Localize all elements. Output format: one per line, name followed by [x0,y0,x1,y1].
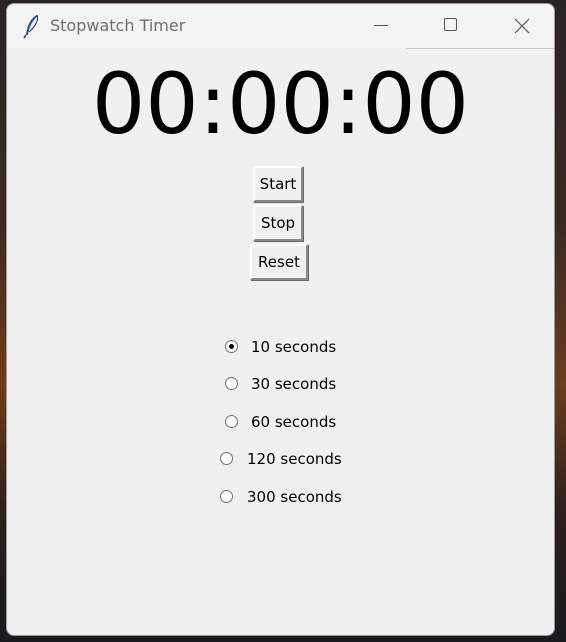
close-icon [514,18,530,34]
radio-selected-dot [229,344,234,349]
window-title: Stopwatch Timer [50,16,186,35]
radio-button[interactable] [220,452,233,465]
app-window: Stopwatch Timer 00:00:00 Start Stop Rese… [6,3,555,636]
start-button[interactable]: Start [253,166,303,202]
close-button[interactable] [486,4,554,48]
radio-button[interactable] [225,377,238,390]
maximize-icon [444,18,457,31]
radio-button[interactable] [225,340,238,353]
duration-label: 120 seconds [247,450,342,468]
duration-label: 30 seconds [251,375,337,393]
radio-button[interactable] [220,490,233,503]
maximize-button[interactable] [416,4,486,48]
feather-icon [21,13,43,39]
minimize-button[interactable] [346,4,416,48]
stop-button[interactable]: Stop [253,205,303,241]
time-display: 00:00:00 [91,55,470,153]
titlebar-divider [406,48,554,49]
title-bar[interactable]: Stopwatch Timer [7,4,554,48]
duration-label: 60 seconds [251,413,337,431]
duration-label: 300 seconds [247,488,342,506]
minimize-icon [374,25,388,26]
reset-button[interactable]: Reset [250,244,308,280]
radio-button[interactable] [225,415,238,428]
duration-label: 10 seconds [251,338,337,356]
